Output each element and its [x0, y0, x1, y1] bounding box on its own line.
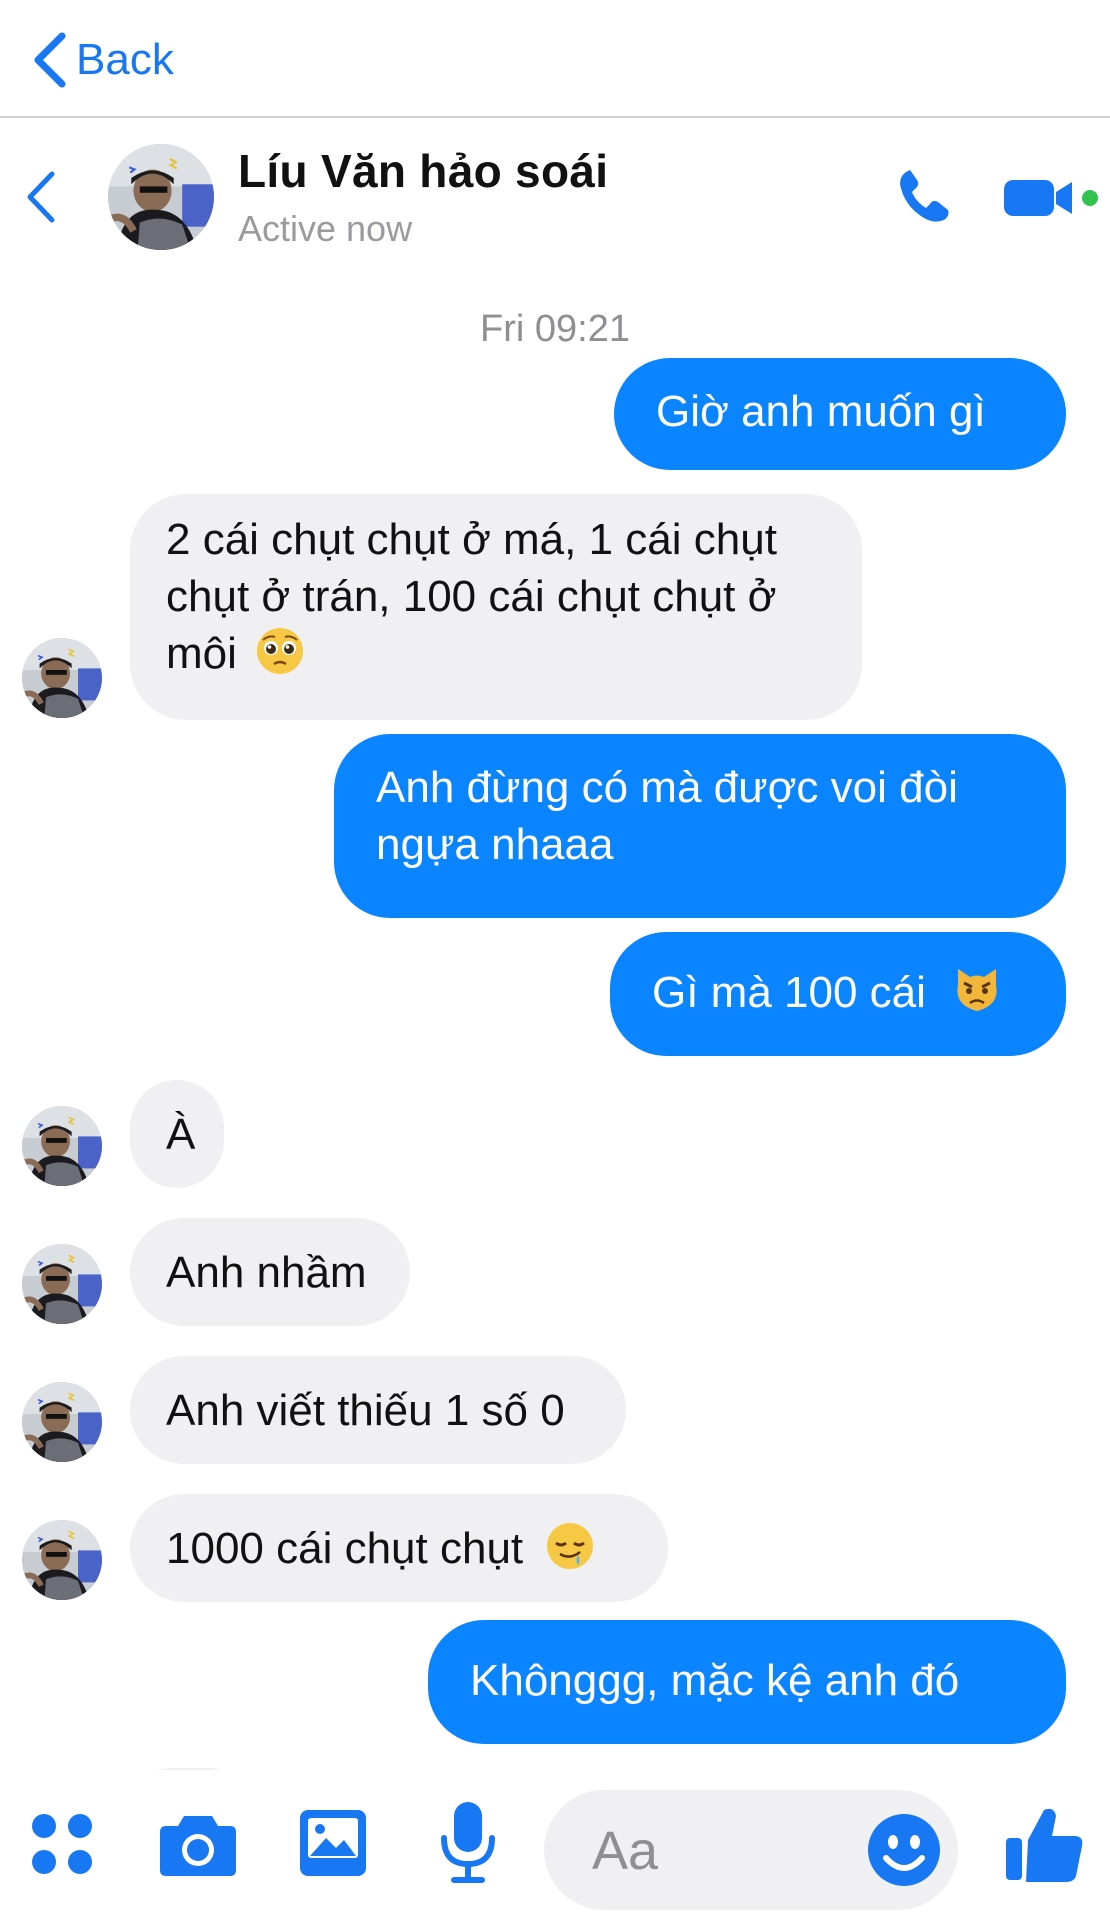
camera-icon[interactable] [158, 1812, 238, 1878]
message-text-line: chụt ở trán, 100 cái chụt chụt ở [166, 572, 777, 621]
outgoing-message[interactable]: Gì mà 100 cái [610, 932, 1066, 1056]
contact-avatar[interactable] [108, 144, 214, 250]
message-text: Khônggg, mặc kệ anh đó [470, 1656, 960, 1705]
gallery-icon[interactable] [298, 1808, 368, 1878]
message-text-line: Anh đừng có mà được voi đòi [376, 763, 958, 812]
message-text-line: môi [166, 629, 237, 678]
incoming-message[interactable]: Anh viết thiếu 1 số 0 [130, 1356, 626, 1464]
message-text: Anh viết thiếu 1 số 0 [166, 1386, 565, 1435]
pleading-face-emoji [257, 628, 304, 674]
top-navigation-bar: Back [0, 0, 1110, 118]
sender-avatar [22, 1382, 102, 1462]
more-apps-icon[interactable] [30, 1812, 94, 1876]
outgoing-message[interactable]: Khônggg, mặc kệ anh đó [428, 1620, 1066, 1744]
like-icon[interactable] [1004, 1804, 1084, 1884]
back-label: Back [76, 35, 174, 84]
back-button[interactable]: Back [30, 28, 174, 92]
outgoing-message[interactable]: Giờ anh muốn gì [614, 358, 1066, 470]
timestamp-separator: Fri 09:21 [480, 308, 630, 350]
video-call-icon[interactable] [1002, 172, 1100, 224]
sender-avatar [22, 1244, 102, 1324]
message-text: 1000 cái chụt chụt [166, 1524, 524, 1573]
chevron-left-icon [34, 32, 66, 88]
phone-call-icon[interactable] [896, 166, 956, 226]
drooling-face-emoji [547, 1523, 594, 1569]
message-text: Anh nhầm [166, 1248, 367, 1297]
microphone-icon[interactable] [438, 1800, 498, 1884]
message-input-placeholder: Aa [592, 1821, 659, 1881]
incoming-message[interactable]: À [130, 1080, 224, 1188]
message-text: Giờ anh muốn gì [656, 387, 986, 436]
message-text: À [166, 1110, 196, 1159]
message-text-line: 2 cái chụt chụt ở má, 1 cái chụt [166, 515, 777, 564]
pouting-cat-emoji [957, 969, 997, 1011]
incoming-message[interactable]: 2 cái chụt chụt ở má, 1 cái chụt chụt ở … [130, 494, 862, 720]
incoming-message[interactable]: Anh nhầm [130, 1218, 410, 1326]
outgoing-message[interactable]: Anh đừng có mà được voi đòi ngựa nhaaa [334, 734, 1066, 918]
sender-avatar [22, 638, 102, 718]
active-status: Active now [238, 208, 413, 249]
contact-name[interactable]: Líu Văn hảo soái [238, 144, 608, 198]
sender-avatar [22, 1106, 102, 1186]
incoming-message[interactable]: 1000 cái chụt chụt [130, 1494, 668, 1602]
emoji-icon[interactable] [866, 1812, 942, 1888]
sender-avatar [22, 1520, 102, 1600]
chat-header: Líu Văn hảo soái Active now [0, 120, 1110, 270]
message-text: Gì mà 100 cái [652, 968, 926, 1017]
message-text-line: ngựa nhaaa [376, 820, 614, 869]
chevron-left-icon[interactable] [22, 168, 58, 226]
